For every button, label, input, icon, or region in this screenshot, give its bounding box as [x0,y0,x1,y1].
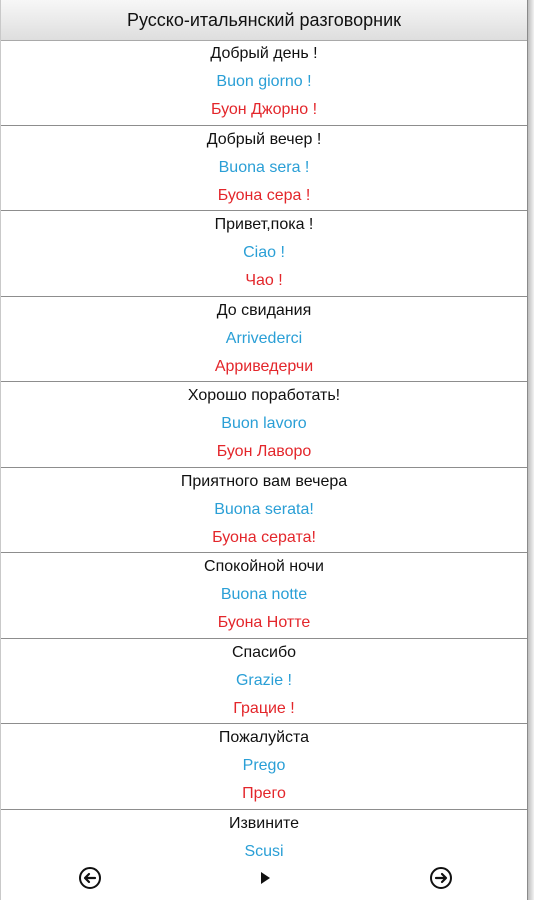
italian-phrase: Scusi [244,842,284,860]
transliteration: Буона серата! [212,528,316,546]
russian-phrase: Добрый день ! [210,45,318,62]
italian-phrase: Ciao ! [243,244,285,261]
italian-phrase: Prego [242,757,286,774]
italian-phrase: Buon lavoro [221,415,307,432]
transliteration: Грацие ! [233,699,295,717]
italian-phrase: Buona serata! [214,500,314,518]
phrase-entry[interactable]: До свидания Arrivederci Арриведерчи [1,297,527,382]
transliteration: Буона сера ! [217,186,311,204]
transliteration: Прего [242,785,286,802]
russian-phrase: Спокойной ночи [204,558,324,575]
circle-arrow-right-icon[interactable] [427,864,455,892]
phrase-entry[interactable]: Хорошо поработать! Buon lavoro Буон Лаво… [1,382,527,468]
italian-phrase: Arrivederci [225,329,303,347]
italian-phrase: Buon giorno ! [216,73,312,90]
transliteration: Арриведерчи [214,357,314,375]
russian-phrase: Извините [228,814,300,832]
russian-phrase: Хорошо поработать! [187,387,341,404]
phrase-list[interactable]: Добрый день ! Buon giorno ! Буон Джорно … [1,40,527,895]
transliteration: Буон Лаворо [216,443,312,460]
russian-phrase: Добрый вечер ! [206,130,322,148]
italian-phrase: Buona notte [220,586,308,603]
russian-phrase: Привет,пока ! [214,216,314,233]
app-title: Русско-итальянский разговорник [126,9,402,30]
phrase-entry[interactable]: Спасибо Grazie ! Грацие ! [1,639,527,724]
transliteration: Буона Нотте [217,614,311,631]
transliteration: Чао ! [245,272,283,289]
bottom-navigation [1,864,527,894]
russian-phrase: До свидания [216,301,312,319]
phrase-entry[interactable]: Добрый день ! Buon giorno ! Буон Джорно … [1,40,527,126]
phrase-entry[interactable]: Спокойной ночи Buona notte Буона Нотте [1,553,527,639]
italian-phrase: Buona sera ! [218,158,310,176]
transliteration: Буон Джорно ! [210,101,318,118]
phrase-entry[interactable]: Привет,пока ! Ciao ! Чао ! [1,211,527,297]
phrase-entry[interactable]: Приятного вам вечера Buona serata! Буона… [1,468,527,553]
title-bar: Русско-итальянский разговорник [1,0,527,41]
phrase-entry[interactable]: Добрый вечер ! Buona sera ! Буона сера ! [1,126,527,211]
italian-phrase: Grazie ! [235,671,292,689]
play-icon[interactable] [251,864,279,892]
russian-phrase: Спасибо [231,643,297,661]
phrase-entry[interactable]: Пожалуйста Prego Прего [1,724,527,810]
circle-arrow-left-icon[interactable] [76,864,104,892]
russian-phrase: Пожалуйста [218,729,310,746]
russian-phrase: Приятного вам вечера [180,472,348,490]
scrollbar-shadow [528,0,534,900]
